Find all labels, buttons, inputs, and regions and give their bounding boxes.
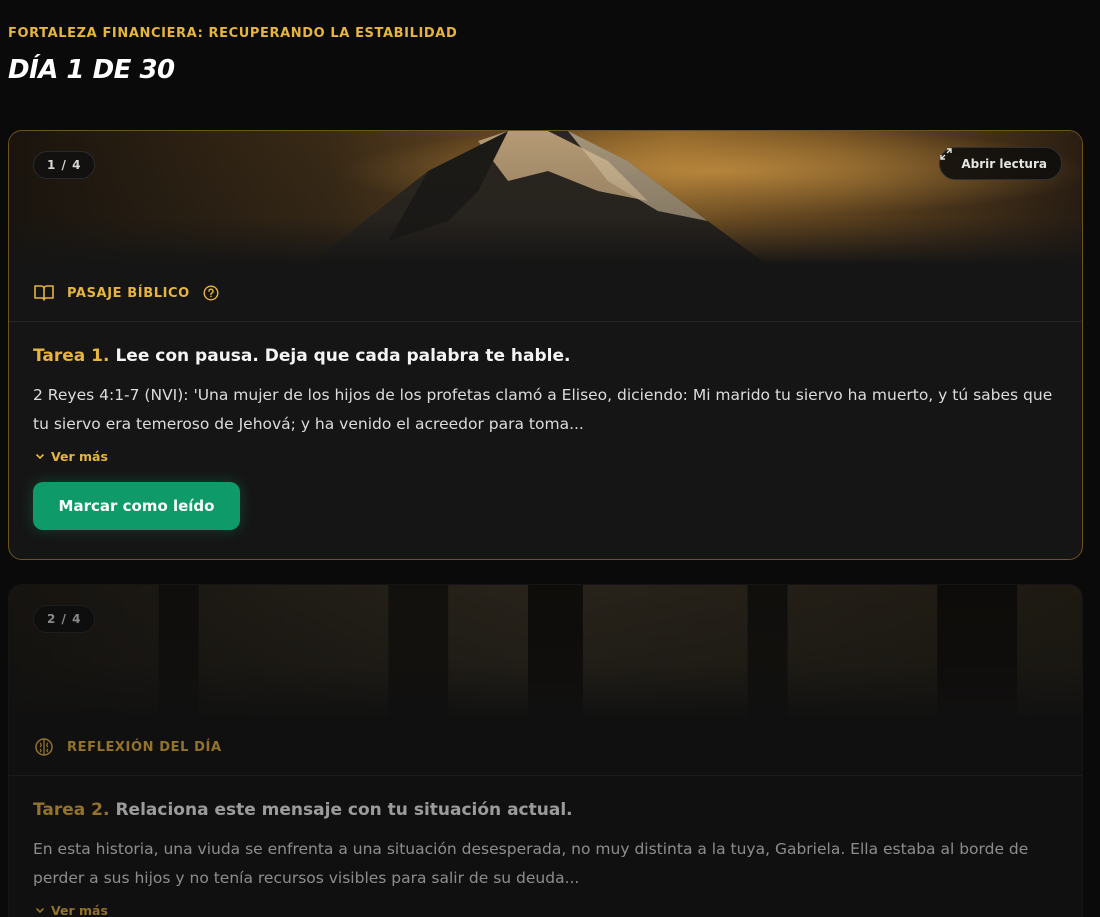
task-number: Tarea 1.: [33, 346, 110, 366]
help-circle-icon[interactable]: [200, 282, 222, 304]
forest-illustration: [9, 585, 1082, 719]
task-card-2: 2 / 4 REFLEXIÓN DEL DÍA Tarea 2. Relacion…: [8, 584, 1083, 917]
section-label: PASAJE BÍBLICO: [67, 285, 190, 301]
card-hero-image: 1 / 4 Abrir lectura: [9, 131, 1082, 265]
task-card-1: 1 / 4 Abrir lectura PASAJE BÍBLICO Tarea…: [8, 130, 1083, 560]
plan-title: FORTALEZA FINANCIERA: RECUPERANDO LA EST…: [8, 26, 458, 41]
section-header: REFLEXIÓN DEL DÍA: [9, 719, 1082, 776]
section-label: REFLEXIÓN DEL DÍA: [67, 739, 222, 755]
task-heading: Tarea 2. Relaciona este mensaje con tu si…: [9, 776, 1082, 820]
chevron-down-icon: [35, 449, 45, 464]
see-more-label: Ver más: [51, 449, 108, 464]
mountain-illustration: [9, 131, 1082, 265]
task-number: Tarea 2.: [33, 800, 110, 820]
step-counter: 1 / 4: [33, 151, 96, 179]
book-open-icon: [33, 282, 55, 304]
day-title: DÍA 1 DE 30: [8, 55, 175, 85]
chevron-down-icon: [35, 903, 45, 917]
brain-icon: [33, 736, 55, 758]
task-text: Lee con pausa. Deja que cada palabra te …: [115, 346, 571, 366]
open-reading-label: Abrir lectura: [961, 156, 1047, 171]
section-header: PASAJE BÍBLICO: [9, 265, 1082, 322]
see-more-link[interactable]: Ver más: [35, 903, 108, 917]
see-more-label: Ver más: [51, 903, 108, 917]
open-reading-button[interactable]: Abrir lectura: [939, 147, 1062, 180]
reflection-text: En esta historia, una viuda se enfrenta …: [33, 840, 1029, 887]
step-counter: 2 / 4: [33, 605, 96, 633]
task-heading: Tarea 1. Lee con pausa. Deja que cada pal…: [9, 322, 1082, 366]
see-more-link[interactable]: Ver más: [35, 449, 108, 464]
passage-text: 2 Reyes 4:1-7 (NVI): 'Una mujer de los h…: [33, 386, 1053, 433]
task-text: Relaciona este mensaje con tu situación …: [115, 800, 573, 820]
card-hero-image: 2 / 4: [9, 585, 1082, 719]
page-header: FORTALEZA FINANCIERA: RECUPERANDO LA EST…: [8, 26, 457, 85]
mark-as-read-button[interactable]: Marcar como leído: [33, 482, 240, 530]
